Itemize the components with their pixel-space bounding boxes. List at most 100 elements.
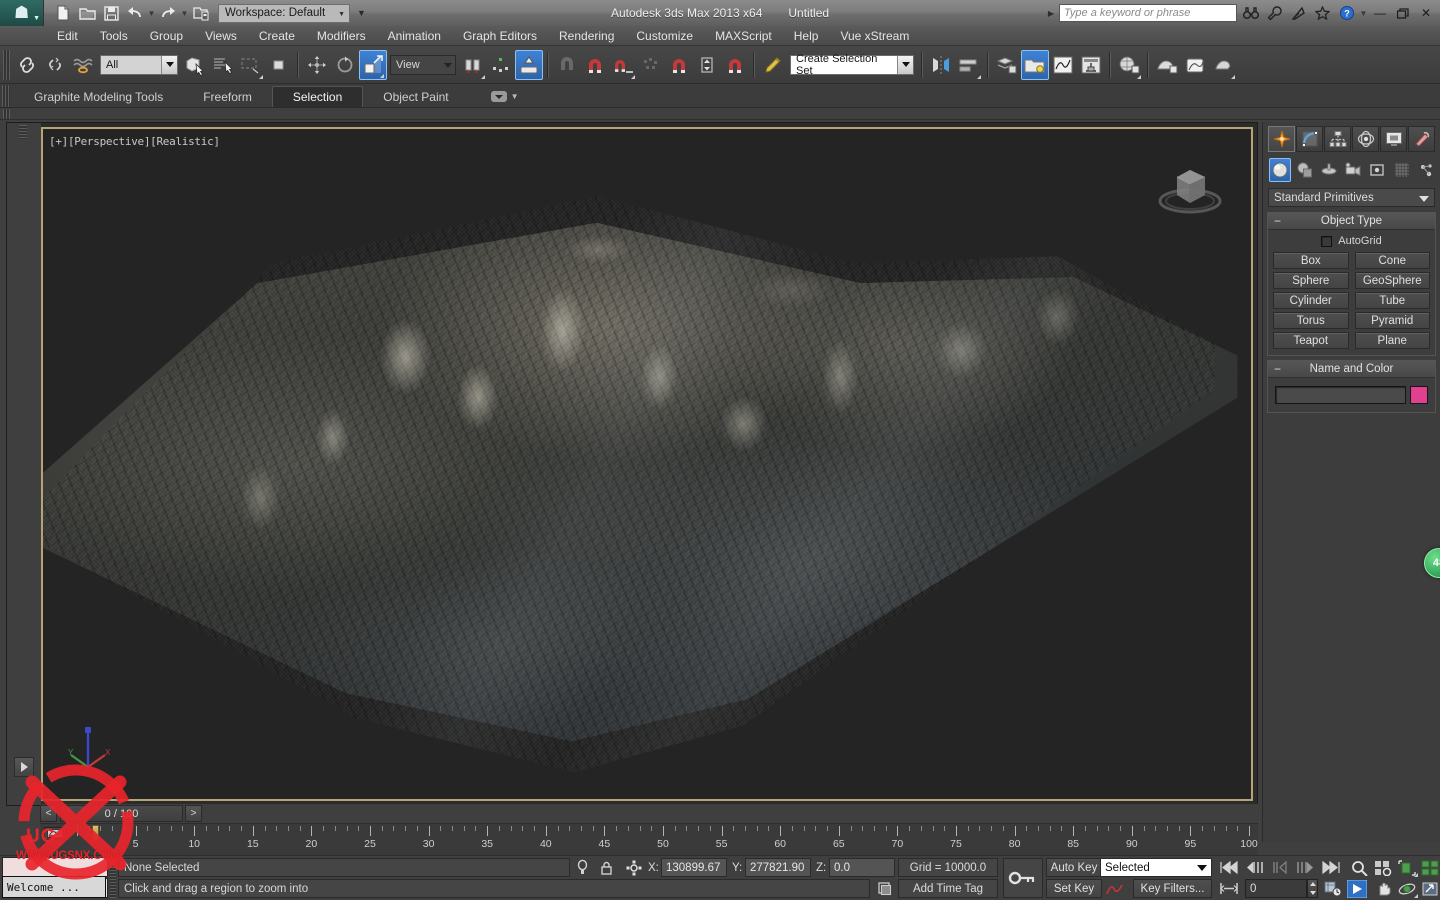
maximize-viewport-icon[interactable] (1419, 879, 1440, 898)
helpers-category[interactable] (1366, 158, 1388, 182)
edit-named-selection-icon[interactable] (759, 50, 787, 80)
tab-freeform[interactable]: Freeform (183, 86, 272, 107)
close-button[interactable]: ✕ (1416, 3, 1436, 23)
select-region-icon[interactable] (237, 50, 265, 80)
toolbar-grip[interactable] (3, 49, 10, 80)
teapot-button[interactable]: Teapot (1273, 332, 1349, 349)
set-project-folder-icon[interactable] (190, 2, 212, 24)
workspace-selector[interactable]: Workspace: Default ▼ (218, 3, 350, 23)
hierarchy-tab[interactable] (1324, 126, 1351, 152)
auto-key-button[interactable]: Auto Key (1046, 858, 1102, 877)
menu-item-edit[interactable]: Edit (46, 26, 89, 46)
viewport-play-button[interactable] (14, 757, 34, 777)
search-binoculars-icon[interactable] (1240, 3, 1261, 24)
motion-tab[interactable] (1352, 126, 1379, 152)
save-file-icon[interactable] (100, 2, 122, 24)
adaptive-degradation-icon[interactable] (876, 879, 894, 898)
autogrid-row[interactable]: AutoGrid (1273, 235, 1430, 252)
spinner-arrows-icon[interactable] (693, 50, 721, 80)
bind-to-space-warp-icon[interactable] (69, 50, 97, 80)
mirror-icon[interactable] (927, 50, 955, 80)
percent-snap-icon[interactable] (609, 50, 637, 80)
menu-item-views[interactable]: Views (194, 26, 248, 46)
select-and-scale-icon[interactable] (359, 49, 387, 80)
key-mode-combo[interactable]: Selected (1100, 858, 1212, 877)
maxscript-mini-listener-output[interactable] (2, 857, 108, 877)
track-bar[interactable]: 5 10 15 20 25 30 35 40 45 50 55 60 65 70 75 80 85 90 95 100 (40, 823, 1258, 855)
reference-coordinate-combo[interactable]: View (390, 54, 456, 75)
name-and-color-header[interactable]: − Name and Color (1268, 361, 1435, 378)
viewport-rail-grip[interactable] (19, 125, 27, 139)
set-key-filters-toggle-icon[interactable] (1105, 879, 1123, 898)
previous-frame-icon[interactable] (1244, 858, 1266, 877)
ribbon-grip[interactable] (2, 85, 10, 107)
redo-icon[interactable] (157, 2, 179, 24)
rendered-frame-window-icon[interactable] (1181, 50, 1209, 80)
sphere-button[interactable]: Sphere (1273, 272, 1349, 289)
chevron-down-icon[interactable]: ▼ (511, 92, 519, 101)
render-setup-icon[interactable] (1153, 50, 1181, 80)
angle-snap2-icon[interactable] (721, 50, 749, 80)
spinner-snap-icon[interactable] (637, 50, 665, 80)
render-production-icon[interactable] (1209, 50, 1237, 80)
create-tab[interactable] (1268, 126, 1295, 152)
tube-button[interactable]: Tube (1354, 292, 1430, 309)
ribbon-minimize-icon[interactable] (490, 91, 507, 102)
subcategory-combo[interactable]: Standard Primitives (1268, 188, 1435, 207)
menu-item-graph-editors[interactable]: Graph Editors (452, 26, 548, 46)
named-selection-set-combo[interactable]: Create Selection Set (790, 53, 914, 77)
isolate-selection-icon[interactable] (573, 858, 591, 877)
autogrid-checkbox[interactable] (1321, 235, 1333, 247)
angle-snap-icon[interactable] (581, 50, 609, 80)
tab-graphite-modeling-tools[interactable]: Graphite Modeling Tools (14, 86, 183, 107)
cone-button[interactable]: Cone (1354, 252, 1430, 269)
window-crossing-icon[interactable] (265, 50, 293, 80)
plane-button[interactable]: Plane (1354, 332, 1430, 349)
infocenter-expand-caret[interactable]: ▶ (1048, 9, 1054, 18)
next-frame-icon[interactable] (1294, 858, 1316, 877)
cameras-category[interactable] (1342, 158, 1364, 182)
select-and-link-icon[interactable] (13, 50, 41, 80)
perspective-viewport[interactable]: [+][Perspective][Realistic] Y X (41, 127, 1253, 801)
use-selection-center-icon[interactable] (487, 50, 515, 80)
material-editor-icon[interactable] (1115, 50, 1143, 80)
selection-filter-combo[interactable]: All (100, 54, 178, 75)
help-dropdown-caret[interactable]: ▼ (1360, 9, 1368, 18)
add-time-tag-button[interactable]: Add Time Tag (898, 879, 998, 898)
redo-dropdown-caret[interactable]: ▼ (181, 9, 189, 18)
geometry-category[interactable] (1269, 158, 1292, 182)
goto-start-icon[interactable] (1218, 858, 1240, 877)
geosphere-button[interactable]: GeoSphere (1354, 272, 1430, 289)
collapse-icon[interactable]: − (1274, 362, 1281, 376)
select-by-name-icon[interactable] (209, 50, 237, 80)
satellite-dish-icon[interactable] (1288, 3, 1309, 24)
curve-editor-icon[interactable] (1049, 50, 1077, 80)
torus-button[interactable]: Torus (1273, 312, 1349, 329)
z-coordinate-field[interactable]: 0.0 (829, 858, 895, 877)
key-range-icon[interactable] (1218, 879, 1240, 898)
welcome-taskbar-item[interactable]: Welcome ... (2, 876, 106, 898)
workspace-dropdown-caret[interactable]: ▼ (357, 8, 366, 18)
menu-item-animation[interactable]: Animation (377, 26, 452, 46)
menu-item-rendering[interactable]: Rendering (548, 26, 625, 46)
next-frame-button[interactable]: > (185, 805, 202, 822)
display-tab[interactable] (1380, 126, 1407, 152)
open-mini-curve-editor-icon[interactable] (44, 827, 66, 840)
wrench-icon[interactable] (1264, 3, 1285, 24)
box-button[interactable]: Box (1273, 252, 1349, 269)
absolute-relative-transform-icon[interactable] (625, 858, 643, 877)
menu-item-group[interactable]: Group (139, 26, 194, 46)
set-key-button[interactable]: Set Key (1046, 879, 1102, 898)
undo-dropdown-caret[interactable]: ▼ (148, 9, 156, 18)
layer-manager-icon[interactable] (993, 50, 1021, 80)
status-bar-grip[interactable] (110, 858, 116, 898)
goto-end-icon[interactable] (1320, 858, 1342, 877)
view-cube[interactable] (1151, 157, 1229, 219)
app-logo-button[interactable]: ☗ ▼ (0, 0, 44, 26)
select-and-move-icon[interactable] (303, 50, 331, 80)
collapse-icon[interactable]: − (1274, 214, 1281, 228)
play-button-active-icon[interactable] (1346, 879, 1368, 898)
systems-category[interactable] (1415, 158, 1437, 182)
use-pivot-center-icon[interactable] (459, 50, 487, 80)
align-icon[interactable] (955, 50, 983, 80)
